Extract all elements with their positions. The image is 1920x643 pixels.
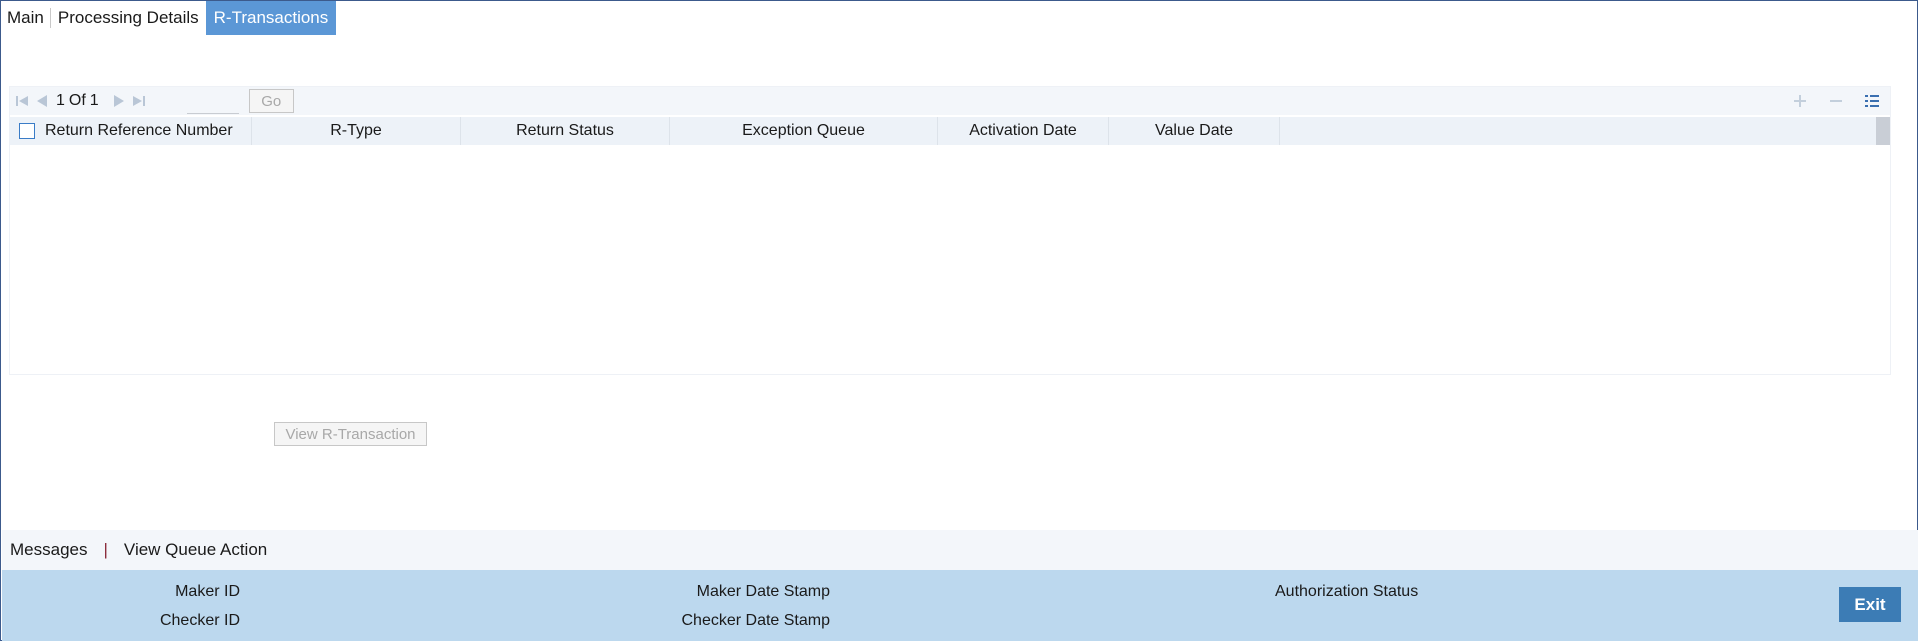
maker-id-label: Maker ID: [175, 583, 240, 600]
tab-processing-details[interactable]: Processing Details: [51, 1, 206, 35]
next-page-icon[interactable]: [109, 91, 129, 111]
maker-date-stamp-label: Maker Date Stamp: [696, 583, 830, 600]
r-transactions-grid: 1 Of 1 Go Return Reference Number R-Type…: [9, 86, 1891, 375]
select-all-cell: [10, 117, 43, 145]
grid-header-row: Return Reference Number R-Type Return St…: [10, 117, 1884, 145]
column-header-return-status[interactable]: Return Status: [461, 117, 670, 145]
page-number-input[interactable]: [186, 88, 239, 114]
exit-button[interactable]: Exit: [1839, 587, 1901, 622]
column-header-value-date[interactable]: Value Date: [1109, 117, 1280, 145]
page-of-label: Of: [68, 92, 86, 109]
column-header-return-reference-number[interactable]: Return Reference Number: [43, 117, 252, 145]
footer-links-bar: Messages | View Queue Action: [2, 530, 1918, 570]
column-header-exception-queue[interactable]: Exception Queue: [670, 117, 938, 145]
view-queue-action-link[interactable]: View Queue Action: [124, 540, 267, 560]
column-header-r-type[interactable]: R-Type: [252, 117, 461, 145]
tab-r-transactions[interactable]: R-Transactions: [205, 1, 337, 35]
tab-main[interactable]: Main: [1, 8, 51, 28]
link-separator: |: [103, 540, 108, 559]
single-view-icon[interactable]: [1862, 91, 1882, 111]
view-r-transaction-button[interactable]: View R-Transaction: [274, 422, 427, 446]
go-button[interactable]: Go: [248, 89, 294, 113]
checker-id-label: Checker ID: [159, 612, 240, 629]
grid-actions: [1790, 91, 1882, 111]
add-row-icon[interactable]: [1790, 91, 1810, 111]
total-pages-number: 1: [89, 92, 99, 109]
authorization-status-label: Authorization Status: [1275, 583, 1419, 600]
tab-bar: Main Processing Details R-Transactions: [1, 1, 337, 35]
window-frame: Main Processing Details R-Transactions 1…: [0, 0, 1918, 641]
audit-footer: Maker ID Checker ID Maker Date Stamp Che…: [2, 570, 1918, 641]
grid-pager-bar: 1 Of 1 Go: [10, 87, 1890, 115]
grid-scrollbar[interactable]: [1876, 117, 1890, 145]
select-all-checkbox[interactable]: [18, 123, 35, 139]
delete-row-icon[interactable]: [1826, 91, 1846, 111]
previous-page-icon[interactable]: [32, 91, 52, 111]
messages-link[interactable]: Messages: [10, 540, 87, 560]
last-page-icon[interactable]: [129, 91, 149, 111]
first-page-icon[interactable]: [12, 91, 32, 111]
current-page-number: 1: [56, 92, 65, 109]
column-header-activation-date[interactable]: Activation Date: [938, 117, 1109, 145]
grid-body: [10, 145, 1890, 374]
checker-date-stamp-label: Checker Date Stamp: [681, 612, 830, 629]
